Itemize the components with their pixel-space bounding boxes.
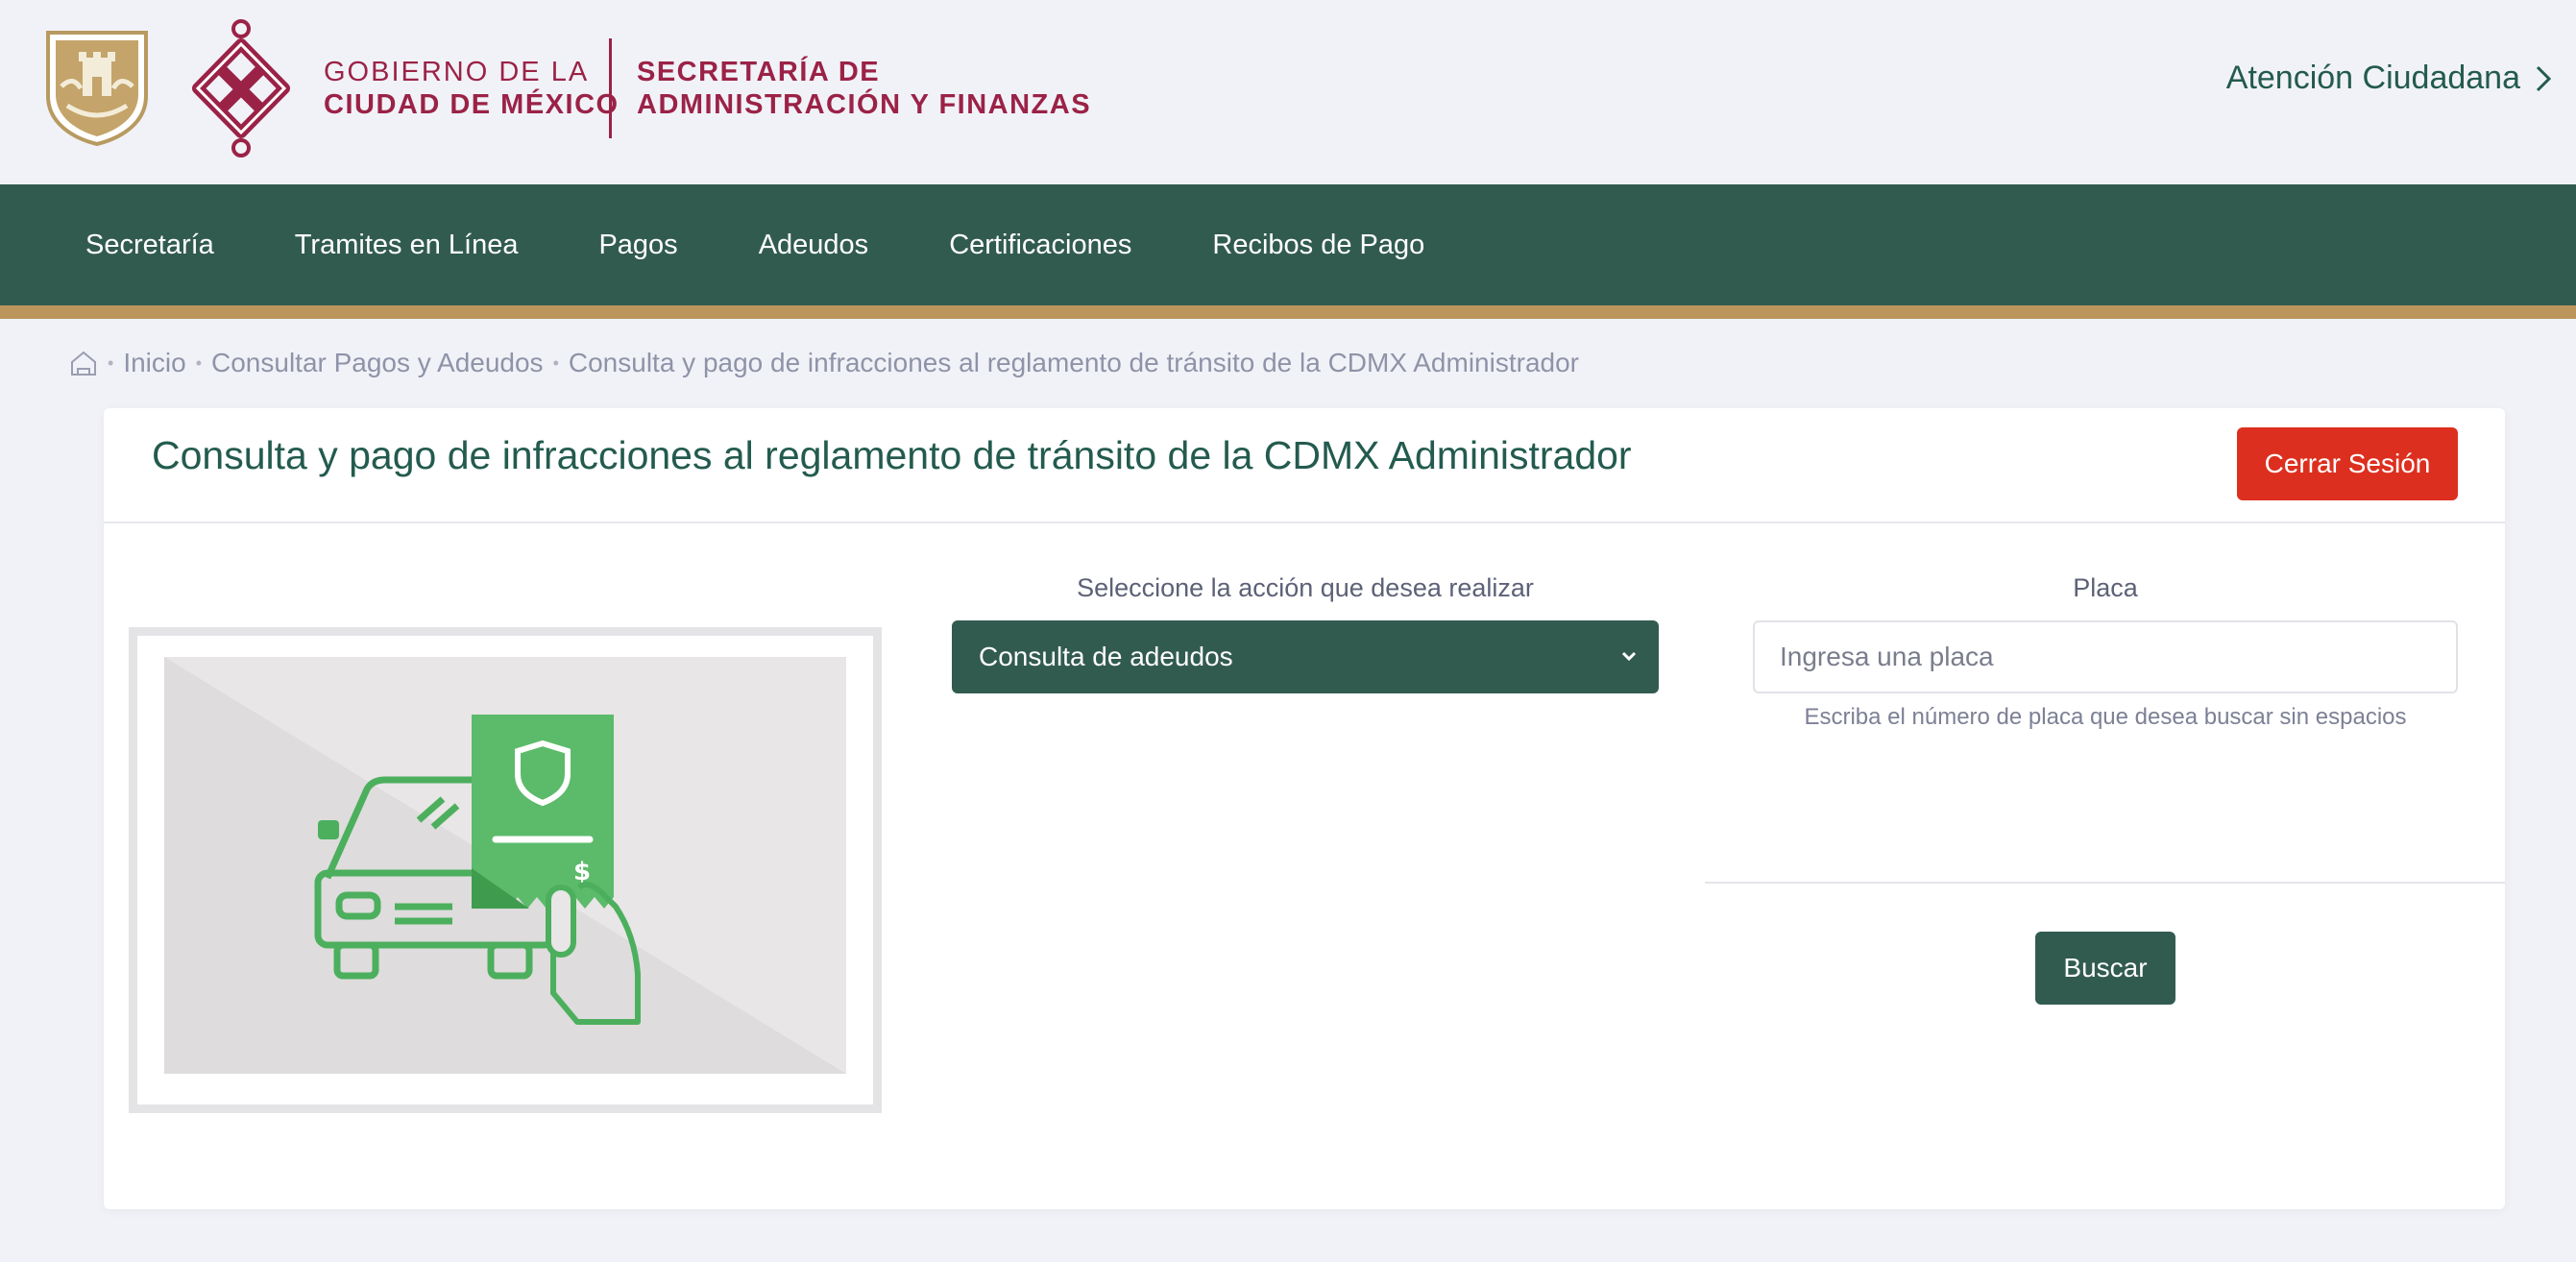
main-card: Consulta y pago de infracciones al regla…	[104, 408, 2505, 1209]
nav-item-recibos[interactable]: Recibos de Pago	[1212, 230, 1424, 261]
atencion-label: Atención Ciudadana	[2225, 60, 2520, 96]
breadcrumb-separator: •	[552, 352, 559, 373]
placa-help-text: Escriba el número de placa que desea bus…	[1804, 704, 2407, 730]
action-select[interactable]: Consulta de adeudos	[952, 620, 1659, 693]
breadcrumb-separator: •	[108, 352, 114, 373]
nav-item-pagos[interactable]: Pagos	[598, 230, 677, 261]
breadcrumb-consultar[interactable]: Consultar Pagos y Adeudos	[211, 348, 544, 378]
search-button[interactable]: Buscar	[2035, 932, 2175, 1005]
action-select-value: Consulta de adeudos	[979, 642, 1233, 671]
placa-input[interactable]	[1753, 620, 2458, 693]
chevron-down-icon	[1621, 651, 1637, 662]
chevron-right-icon	[2536, 65, 2552, 91]
card-header: Consulta y pago de infracciones al regla…	[104, 408, 2505, 523]
sec-line1: SECRETARÍA DE	[637, 57, 881, 87]
breadcrumb-current: Consulta y pago de infracciones al regla…	[568, 348, 1579, 377]
gov-line1: GOBIERNO DE LA	[324, 57, 590, 87]
page-title: Consulta y pago de infracciones al regla…	[152, 433, 1632, 477]
car-ticket-payment-icon: $	[164, 657, 846, 1074]
sec-line2: ADMINISTRACIÓN Y FINANZAS	[637, 89, 1092, 120]
secretaria-name: SECRETARÍA DE ADMINISTRACIÓN Y FINANZAS	[637, 56, 1091, 121]
action-label: Seleccione la acción que desea realizar	[1077, 573, 1534, 602]
nav-item-certificaciones[interactable]: Certificaciones	[949, 230, 1131, 261]
illustration-frame: $	[129, 627, 882, 1113]
gov-name: GOBIERNO DE LA CIUDAD DE MÉXICO	[324, 56, 620, 121]
home-icon[interactable]	[69, 350, 98, 376]
breadcrumb-inicio[interactable]: Inicio	[123, 348, 185, 378]
logout-button[interactable]: Cerrar Sesión	[2237, 427, 2458, 500]
nav-item-secretaria[interactable]: Secretaría	[85, 230, 214, 261]
cdmx-shield-logo	[46, 31, 148, 146]
cdmx-knot-logo	[192, 19, 290, 158]
atencion-ciudadana-link[interactable]: Atención Ciudadana	[2226, 60, 2553, 97]
form-divider	[1705, 882, 2505, 884]
header-divider	[609, 38, 612, 138]
breadcrumb: • Inicio • Consultar Pagos y Adeudos • C…	[69, 342, 1579, 384]
gov-line2: CIUDAD DE MÉXICO	[324, 89, 620, 120]
main-nav: Secretaría Tramites en Línea Pagos Adeud…	[0, 184, 2576, 319]
nav-item-adeudos[interactable]: Adeudos	[759, 230, 869, 261]
breadcrumb-separator: •	[195, 352, 202, 373]
nav-item-tramites[interactable]: Tramites en Línea	[295, 230, 519, 261]
top-header: GOBIERNO DE LA CIUDAD DE MÉXICO SECRETAR…	[0, 0, 2576, 184]
illustration: $	[164, 657, 846, 1074]
placa-label: Placa	[2073, 573, 2138, 602]
